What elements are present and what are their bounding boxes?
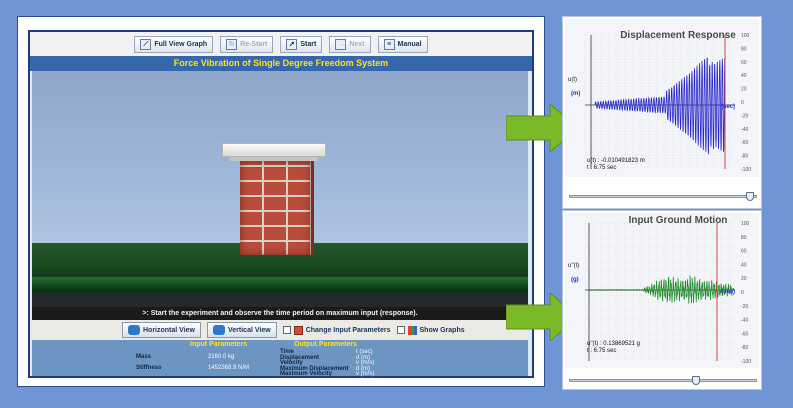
parameters-panel: Input Parameters Output Parameters Mass …	[32, 340, 528, 377]
readout-time: t : 6.75 sec	[587, 165, 616, 171]
horizontal-arrows-icon	[128, 325, 140, 335]
restart-icon: ↻	[226, 38, 238, 50]
manual-icon: ≡	[383, 38, 395, 50]
tick-label: 60	[741, 249, 747, 255]
vertical-arrows-icon	[213, 325, 225, 335]
change-input-parameters-toggle[interactable]: Change Input Parameters	[282, 325, 391, 335]
simulation-title: Force Vibration of Single Degree Freedom…	[30, 56, 532, 71]
next-arrow-icon: →	[335, 38, 347, 50]
restart-button[interactable]: ↻ Re-Start	[220, 35, 274, 53]
mass-label: Mass	[136, 354, 152, 360]
tick-label: 60	[741, 60, 747, 66]
y-axis-label: u(t)	[568, 77, 577, 83]
tick-label: 0	[741, 290, 744, 296]
unit-label: (m)	[571, 91, 580, 97]
unit-label: (g)	[571, 277, 579, 283]
tick-label: 40	[741, 73, 747, 79]
parameters-icon	[293, 325, 303, 335]
full-view-graph-button[interactable]: ⟋ Full View Graph	[134, 35, 214, 53]
tick-label: -80	[741, 154, 748, 160]
readout-value: u(t) : -0.010491823 m	[587, 158, 645, 164]
displacement-time-slider[interactable]	[569, 192, 757, 201]
displacement-graph-title: Displacement Response	[620, 30, 736, 41]
vertical-view-button[interactable]: Vertical View	[207, 322, 277, 338]
brick-column	[240, 161, 314, 255]
x-axis-label: (sec)	[721, 289, 735, 295]
tick-label: 40	[741, 262, 747, 268]
displacement-chart: 100806040200-20-40-60-80-100u(t)(m)(sec)…	[568, 33, 751, 173]
output-parameters-heading: Output Parameters	[294, 341, 358, 348]
simulator-panel: ⟋ Full View Graph ↻ Re-Start ➚ Start → N…	[28, 30, 534, 378]
concrete-slab	[222, 143, 326, 157]
show-graphs-toggle[interactable]: Show Graphs	[396, 325, 465, 335]
ground-motion-slider-thumb[interactable]	[692, 376, 701, 385]
tick-label: 80	[741, 235, 747, 241]
displacement-graph-area: 100 80 60 40 20 0 -20 -40 -60 -80 -100 u(t) (m) (sec)…	[565, 19, 759, 177]
displacement-slider-thumb[interactable]	[746, 192, 755, 201]
input-parameters-heading: Input Parameters	[190, 341, 248, 348]
tick-label: -60	[741, 331, 748, 337]
ground-motion-graph-title: Input Ground Motion	[628, 215, 728, 226]
readout-value: u''(t) : 0.13869521 g	[587, 341, 640, 347]
ground-stripe	[32, 277, 528, 289]
stiffness-value: 1452368.9 N/M	[208, 365, 250, 371]
instruction-message: >: Start the experiment and observe the …	[32, 307, 528, 320]
manual-button[interactable]: ≡ Manual	[377, 35, 428, 53]
show-graphs-checkbox[interactable]	[396, 326, 405, 334]
ground-motion-chart: 100806040200-20-40-60-80-100u''(t)(g)(se…	[568, 221, 751, 365]
tick-label: -100	[741, 167, 751, 173]
start-button[interactable]: ➚ Start	[280, 35, 323, 53]
ground-motion-graph-area: 100 80 60 40 20 0 -20 -40 -60 -80 -100 u''(t) (g) (se…	[565, 213, 759, 368]
view-controls: Horizontal View Vertical View Change Inp…	[32, 320, 528, 340]
stiffness-label: Stiffness	[136, 365, 162, 371]
x-axis-label: (sec)	[721, 104, 735, 110]
output-max-velocity-value: v (m/s)	[356, 371, 375, 377]
tick-label: -40	[741, 127, 748, 133]
tick-label: -40	[741, 318, 748, 324]
start-icon: ➚	[286, 38, 298, 50]
ground-base	[32, 293, 528, 307]
tick-label: 80	[741, 46, 747, 52]
horizontal-view-button[interactable]: Horizontal View	[122, 322, 201, 338]
tick-label: -80	[741, 345, 748, 351]
simulation-scene	[32, 71, 528, 307]
output-max-velocity-label: Maximum Velocity	[280, 371, 333, 377]
graph-icon: ⟋	[140, 38, 152, 50]
next-button[interactable]: → Next	[329, 35, 371, 53]
ground-motion-time-slider[interactable]	[569, 376, 757, 385]
mass-value: 2160.0 kg	[208, 354, 235, 360]
tick-label: 0	[741, 100, 744, 106]
tick-label: 20	[741, 87, 747, 93]
tick-label: 20	[741, 276, 747, 282]
ground-motion-graph-panel: 100 80 60 40 20 0 -20 -40 -60 -80 -100 u''(t) (g) (se…	[562, 210, 762, 390]
bar-chart-icon	[407, 325, 417, 335]
displacement-graph-panel: 100 80 60 40 20 0 -20 -40 -60 -80 -100 u(t) (m) (sec)…	[562, 16, 762, 209]
tick-label: -60	[741, 140, 748, 146]
toolbar: ⟋ Full View Graph ↻ Re-Start ➚ Start → N…	[30, 32, 532, 56]
tick-label: -20	[741, 304, 748, 310]
signal-line	[588, 275, 734, 304]
readout-time: t : 6.75 sec	[587, 348, 616, 354]
simulator-window: ⟋ Full View Graph ↻ Re-Start ➚ Start → N…	[17, 16, 545, 387]
change-input-parameters-checkbox[interactable]	[282, 326, 291, 334]
y-axis-label: u''(t)	[568, 263, 579, 269]
tick-label: -100	[741, 359, 751, 365]
tick-label: -20	[741, 113, 748, 119]
